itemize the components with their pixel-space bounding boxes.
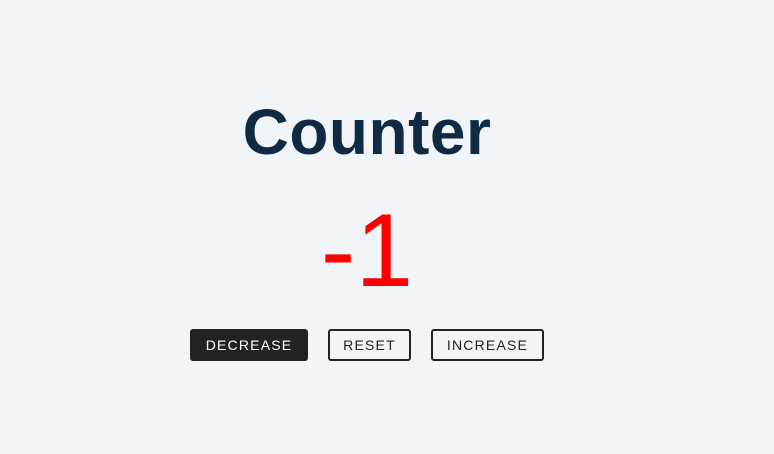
counter-app: Counter -1 DECREASE RESET INCREASE	[0, 0, 734, 454]
counter-value: -1	[320, 193, 414, 309]
counter-controls: DECREASE RESET INCREASE	[190, 329, 544, 361]
page-title: Counter	[242, 96, 492, 168]
decrease-button[interactable]: DECREASE	[190, 329, 308, 361]
reset-button[interactable]: RESET	[328, 329, 411, 361]
increase-button[interactable]: INCREASE	[431, 329, 544, 361]
